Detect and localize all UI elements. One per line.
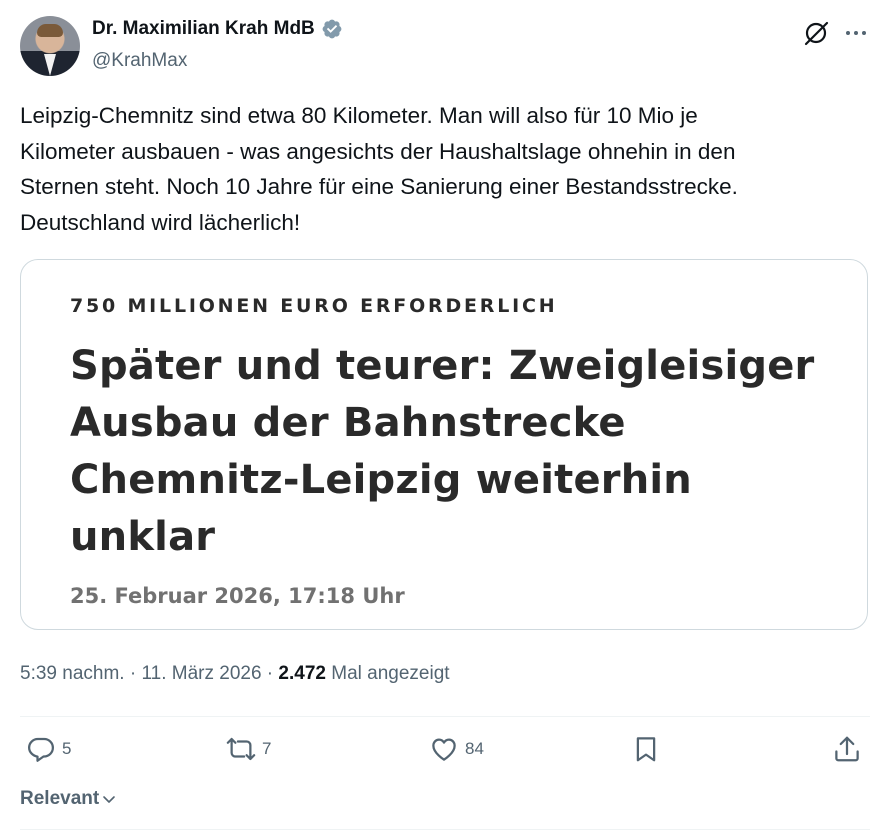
reply-icon <box>28 737 54 762</box>
meta-separator: · <box>261 663 279 684</box>
repost-icon <box>226 737 256 761</box>
tweet-date[interactable]: 11. März 2026 <box>141 663 261 684</box>
heart-icon <box>432 738 456 761</box>
tweet-text: Leipzig-Chemnitz sind etwa 80 Kilometer.… <box>20 103 738 235</box>
grok-icon[interactable] <box>801 18 831 48</box>
card-headline: Später und teurer: Zweigleisiger Ausbau … <box>70 343 815 560</box>
sort-label: Relevant <box>20 788 100 809</box>
card-kicker: 750 MILLIONEN EURO ERFORDERLICH <box>70 295 558 317</box>
author-handle[interactable]: @KrahMax <box>92 50 187 72</box>
verified-badge-icon <box>322 19 342 39</box>
share-button[interactable] <box>832 734 862 764</box>
author-avatar[interactable] <box>20 16 80 76</box>
like-button[interactable]: 84 <box>429 734 484 764</box>
link-preview-card[interactable]: 750 MILLIONEN EURO ERFORDERLICH Später u… <box>20 259 868 630</box>
bookmark-icon <box>636 737 656 762</box>
reply-button[interactable]: 5 <box>26 734 71 764</box>
reply-count: 5 <box>62 739 72 758</box>
avatar-collar <box>44 54 56 76</box>
avatar-hair <box>37 24 63 37</box>
like-count: 84 <box>465 739 484 758</box>
tweet-meta: 5:39 nachm. · 11. März 2026 · 2.472 Mal … <box>20 663 450 685</box>
bookmark-button[interactable] <box>631 734 661 764</box>
divider <box>20 716 870 717</box>
card-date: 25. Februar 2026, 17:18 Uhr <box>70 584 405 608</box>
more-icon[interactable] <box>841 18 871 48</box>
chevron-down-icon <box>103 796 116 803</box>
tweet-time[interactable]: 5:39 nachm. <box>20 663 125 684</box>
view-label: Mal angezeigt <box>325 663 450 684</box>
repost-button[interactable]: 7 <box>226 734 271 764</box>
share-icon <box>835 736 859 762</box>
author-name-row: Dr. Maximilian Krah MdB <box>92 18 343 40</box>
meta-separator: · <box>124 663 142 684</box>
sort-replies-dropdown[interactable]: Relevant <box>20 788 117 810</box>
view-count: 2.472 <box>278 663 326 684</box>
repost-count: 7 <box>262 739 272 758</box>
author-name[interactable]: Dr. Maximilian Krah MdB <box>92 18 315 40</box>
divider <box>20 829 870 830</box>
